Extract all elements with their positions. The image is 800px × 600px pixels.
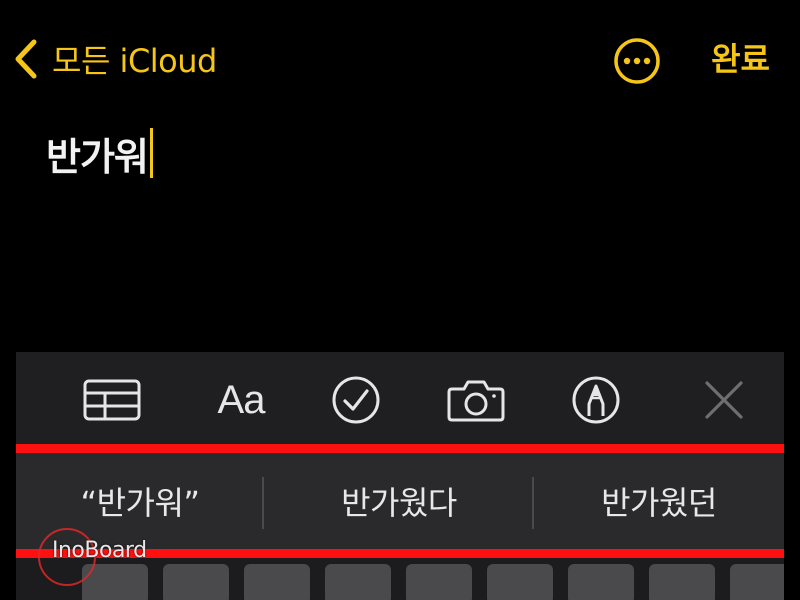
checklist-icon — [332, 376, 380, 424]
keyboard-key[interactable] — [325, 564, 391, 600]
keyboard-key[interactable] — [406, 564, 472, 600]
format-icon: Aa — [217, 377, 266, 422]
suggestion-item[interactable]: 반가웠던 — [534, 453, 784, 549]
done-button[interactable]: 완료 — [711, 36, 770, 82]
camera-icon — [447, 380, 505, 422]
more-options-button[interactable] — [612, 36, 662, 86]
watermark-text: InoBoard — [52, 538, 147, 563]
text-caret — [149, 128, 153, 178]
keyboard-key[interactable] — [568, 564, 634, 600]
text-format-button[interactable]: Aa — [206, 370, 276, 430]
keyboard-key[interactable] — [487, 564, 553, 600]
keyboard-key[interactable] — [730, 564, 784, 600]
ellipsis-circle-icon — [614, 38, 660, 84]
camera-button[interactable] — [446, 370, 506, 430]
table-icon — [83, 379, 141, 421]
notes-screen: 모든 iCloud 완료 반가워 Aa “반가워” 반가웠다 반가웠던 InoB… — [0, 0, 800, 600]
format-toolbar: Aa — [16, 352, 784, 444]
suggestion-item[interactable]: 반가웠다 — [264, 453, 534, 549]
back-button-label: 모든 iCloud — [52, 42, 217, 80]
keyboard-key[interactable] — [649, 564, 715, 600]
markup-icon — [572, 376, 620, 424]
note-text: 반가워 — [46, 134, 149, 179]
close-toolbar-button[interactable] — [694, 370, 754, 430]
keyboard-key[interactable] — [163, 564, 229, 600]
table-button[interactable] — [82, 370, 142, 430]
chevron-left-icon — [15, 39, 37, 79]
keyboard-key[interactable] — [244, 564, 310, 600]
note-editor[interactable]: 반가워 — [46, 124, 153, 182]
watermark: InoBoard — [38, 528, 158, 588]
highlight-line-top — [16, 444, 784, 453]
checklist-button[interactable] — [326, 370, 386, 430]
markup-button[interactable] — [566, 370, 626, 430]
close-icon — [705, 381, 743, 419]
back-button[interactable]: 모든 iCloud — [12, 36, 217, 82]
